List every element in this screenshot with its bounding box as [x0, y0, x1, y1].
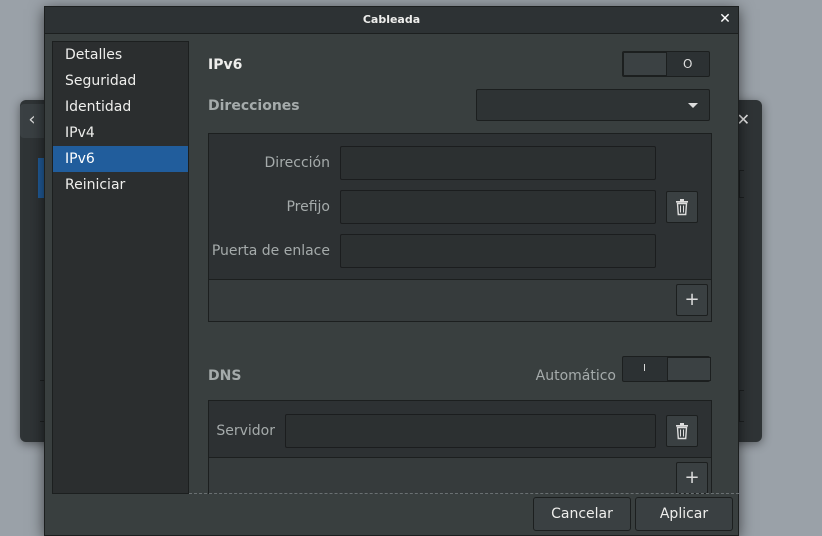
scroll-edge-indicator: [189, 493, 739, 494]
gateway-input[interactable]: [340, 234, 656, 268]
dns-frame: Servidor +: [208, 400, 712, 494]
prefix-label: Prefijo: [286, 199, 330, 215]
delete-dns-server-button[interactable]: [666, 415, 698, 447]
trash-icon: [676, 199, 688, 216]
prefix-input[interactable]: [340, 190, 656, 224]
back-button[interactable]: ‹: [20, 104, 44, 138]
chevron-down-icon: [688, 103, 698, 108]
ipv6-toggle[interactable]: O: [622, 51, 710, 77]
cancel-button[interactable]: Cancelar: [533, 497, 631, 531]
sidebar-item-reiniciar[interactable]: Reiniciar: [53, 172, 188, 198]
settings-sidebar: Detalles Seguridad Identidad IPv4 IPv6 R…: [52, 41, 189, 494]
sidebar-item-detalles[interactable]: Detalles: [53, 42, 188, 68]
addresses-title: Direcciones: [208, 98, 300, 114]
dialog-title: Cableada: [362, 13, 421, 26]
plus-icon: +: [684, 289, 700, 310]
addresses-frame: Dirección Prefijo Puerta de enlace +: [208, 133, 712, 322]
sidebar-item-ipv6[interactable]: IPv6: [53, 146, 188, 172]
add-dns-server-button[interactable]: +: [676, 462, 708, 494]
trash-icon: [676, 423, 688, 440]
ipv6-content: IPv6 O Direcciones Dirección Prefijo Pue…: [189, 34, 739, 494]
address-input[interactable]: [340, 146, 656, 180]
addresses-method-dropdown[interactable]: [476, 89, 710, 121]
delete-address-button[interactable]: [666, 191, 698, 223]
address-label: Dirección: [264, 155, 330, 171]
toggle-off-mark: O: [683, 57, 693, 71]
sidebar-item-identidad[interactable]: Identidad: [53, 94, 188, 120]
wired-settings-dialog: Cableada ✕ Detalles Seguridad Identidad …: [44, 6, 739, 536]
addresses-frame-footer: +: [209, 279, 711, 321]
add-address-button[interactable]: +: [676, 284, 708, 316]
toggle-on-mark: I: [643, 363, 646, 374]
dns-title: DNS: [208, 368, 242, 384]
sidebar-item-seguridad[interactable]: Seguridad: [53, 68, 188, 94]
dns-automatic-label: Automático: [535, 368, 616, 384]
gateway-label: Puerta de enlace: [211, 243, 330, 259]
sidebar-item-ipv4[interactable]: IPv4: [53, 120, 188, 146]
titlebar: Cableada ✕: [45, 7, 738, 34]
background-edge: [739, 170, 744, 198]
dns-server-input[interactable]: [285, 414, 656, 448]
background-edge: [739, 390, 744, 422]
dns-frame-footer: +: [209, 457, 711, 494]
dns-automatic-toggle[interactable]: I: [622, 356, 711, 382]
toggle-slider: [667, 357, 711, 381]
dns-server-label: Servidor: [216, 423, 275, 439]
plus-icon: +: [684, 467, 700, 488]
apply-button[interactable]: Aplicar: [635, 497, 733, 531]
toggle-slider: [623, 52, 667, 76]
ipv6-title: IPv6: [208, 57, 243, 73]
close-icon[interactable]: ✕: [716, 10, 734, 28]
